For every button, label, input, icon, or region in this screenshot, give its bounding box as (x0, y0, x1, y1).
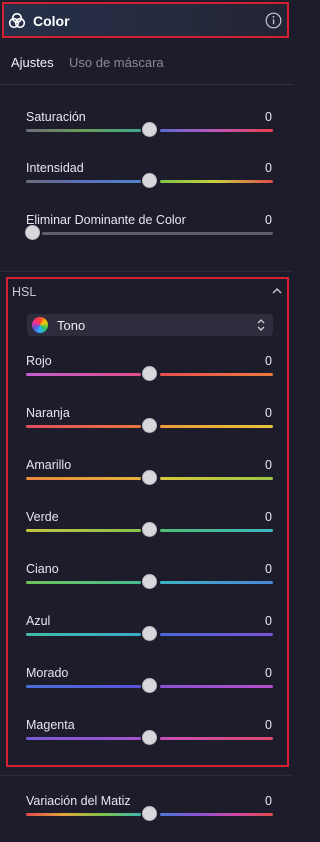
slider-track-right (160, 633, 273, 636)
tabs-bar: Ajustes Uso de máscara (0, 50, 293, 80)
hsl-slider-verde[interactable]: Verde 0 (0, 510, 293, 558)
slider-track-left (26, 425, 141, 428)
slider-track-right (160, 737, 273, 740)
slider-track-left (26, 180, 141, 183)
panel-title: Color (33, 13, 70, 29)
slider-label: Intensidad (26, 161, 84, 175)
divider (0, 271, 293, 272)
slider-thumb[interactable] (143, 174, 156, 187)
slider-track-left (26, 529, 141, 532)
slider-track-left (26, 813, 141, 816)
hsl-slider-magenta[interactable]: Magenta 0 (0, 718, 293, 766)
slider-value[interactable]: 0 (265, 614, 272, 628)
slider-track-left (26, 129, 141, 132)
slider-track-left (26, 581, 141, 584)
slider-value[interactable]: 0 (265, 110, 272, 124)
slider-thumb[interactable] (143, 731, 156, 744)
slider-thumb[interactable] (143, 627, 156, 640)
hsl-slider-azul[interactable]: Azul 0 (0, 614, 293, 662)
slider-thumb[interactable] (143, 471, 156, 484)
hsl-slider-rojo[interactable]: Rojo 0 (0, 354, 293, 402)
slider-value[interactable]: 0 (265, 354, 272, 368)
hsl-slider-amarillo[interactable]: Amarillo 0 (0, 458, 293, 506)
slider-thumb[interactable] (143, 523, 156, 536)
slider-thumb[interactable] (143, 419, 156, 432)
slider-label: Ciano (26, 562, 59, 576)
hue-variation-slider[interactable]: Variación del Matiz 0 (0, 794, 293, 842)
saturation-slider[interactable]: Saturación 0 (0, 110, 293, 158)
slider-value[interactable]: 0 (265, 718, 272, 732)
chevron-updown-icon (257, 319, 265, 331)
slider-track-right (160, 529, 273, 532)
intensity-slider[interactable]: Intensidad 0 (0, 161, 293, 209)
slider-track-right (160, 373, 273, 376)
slider-value[interactable]: 0 (265, 213, 272, 227)
hsl-mode-dropdown[interactable]: Tono (27, 314, 273, 336)
slider-track-right (160, 685, 273, 688)
color-wheel-icon (32, 317, 48, 333)
slider-track-left (26, 373, 141, 376)
panel-header[interactable]: Color (2, 2, 289, 38)
slider-thumb[interactable] (26, 226, 39, 239)
slider-track-right (160, 477, 273, 480)
slider-label: Naranja (26, 406, 70, 420)
slider-value[interactable]: 0 (265, 510, 272, 524)
remove-color-cast-slider[interactable]: Eliminar Dominante de Color 0 (0, 213, 293, 261)
divider (0, 84, 293, 85)
slider-thumb[interactable] (143, 575, 156, 588)
slider-track-right (160, 813, 273, 816)
slider-track (42, 232, 273, 235)
slider-track-right (160, 129, 273, 132)
slider-label: Rojo (26, 354, 52, 368)
slider-value[interactable]: 0 (265, 794, 272, 808)
dropdown-selected-value: Tono (57, 318, 86, 333)
slider-value[interactable]: 0 (265, 406, 272, 420)
slider-thumb[interactable] (143, 679, 156, 692)
slider-label: Morado (26, 666, 69, 680)
slider-track-left (26, 685, 141, 688)
hsl-slider-ciano[interactable]: Ciano 0 (0, 562, 293, 610)
slider-label: Magenta (26, 718, 75, 732)
slider-track-right (160, 581, 273, 584)
slider-track-left (26, 477, 141, 480)
slider-track-left (26, 737, 141, 740)
slider-value[interactable]: 0 (265, 161, 272, 175)
slider-label: Amarillo (26, 458, 72, 472)
slider-label: Saturación (26, 110, 86, 124)
slider-value[interactable]: 0 (265, 666, 272, 680)
slider-label: Variación del Matiz (26, 794, 131, 808)
slider-track-right (160, 180, 273, 183)
divider (0, 775, 293, 776)
slider-value[interactable]: 0 (265, 562, 272, 576)
slider-thumb[interactable] (143, 807, 156, 820)
slider-track-left (26, 633, 141, 636)
hsl-slider-naranja[interactable]: Naranja 0 (0, 406, 293, 454)
tab-uso-de-mascara[interactable]: Uso de máscara (69, 55, 164, 70)
tab-ajustes[interactable]: Ajustes (11, 55, 54, 70)
slider-label: Eliminar Dominante de Color (26, 213, 186, 227)
color-circles-icon (8, 12, 26, 29)
chevron-up-icon[interactable] (271, 286, 283, 296)
info-icon[interactable] (265, 12, 282, 29)
hsl-slider-morado[interactable]: Morado 0 (0, 666, 293, 714)
slider-label: Azul (26, 614, 51, 628)
slider-thumb[interactable] (143, 367, 156, 380)
slider-thumb[interactable] (143, 123, 156, 136)
slider-value[interactable]: 0 (265, 458, 272, 472)
hsl-section-title: HSL (12, 285, 37, 299)
slider-track-right (160, 425, 273, 428)
slider-label: Verde (26, 510, 59, 524)
